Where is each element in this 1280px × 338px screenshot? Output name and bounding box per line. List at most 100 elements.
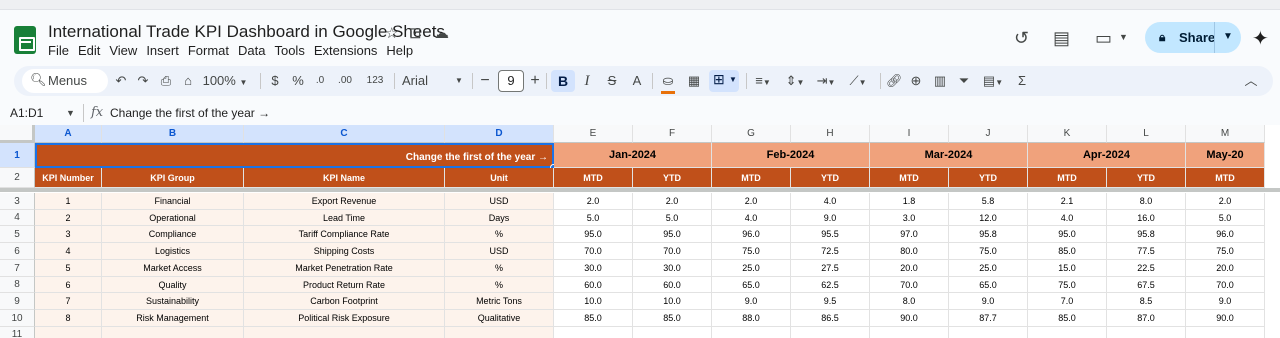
formula-input[interactable]: Change the first of the year → <box>110 106 270 120</box>
kpi-value-cell[interactable]: 86.5 <box>791 310 870 327</box>
row-header-4[interactable]: 4 <box>0 210 35 226</box>
kpi-value-cell[interactable]: 10.0 <box>633 293 712 310</box>
kpi-value-cell[interactable]: 2.0 <box>1186 193 1265 210</box>
kpi-value-cell[interactable]: 85.0 <box>1028 243 1107 260</box>
row-header-6[interactable]: 6 <box>0 243 35 260</box>
kpi-value-cell[interactable] <box>712 327 791 338</box>
text-wrap-icon[interactable]: ⇥▼ <box>814 71 838 91</box>
fill-color-icon[interactable]: ⛀ <box>659 71 677 94</box>
menu-tools[interactable]: Tools <box>274 43 310 58</box>
kpi-info-cell[interactable]: Tariff Compliance Rate <box>244 226 445 243</box>
kpi-info-cell[interactable]: % <box>445 260 554 277</box>
decrease-font-size-button[interactable]: − <box>478 71 492 91</box>
row-header-11[interactable]: 11 <box>0 327 35 338</box>
functions-icon[interactable]: Σ <box>1014 71 1030 91</box>
currency-button[interactable]: $ <box>269 71 281 91</box>
kpi-value-cell[interactable]: 95.0 <box>633 226 712 243</box>
row-header-3[interactable]: 3 <box>0 193 35 210</box>
kpi-value-cell[interactable]: 4.0 <box>712 210 791 226</box>
kpi-info-cell[interactable]: Product Return Rate <box>244 277 445 293</box>
kpi-info-cell[interactable]: Political Risk Exposure <box>244 310 445 327</box>
kpi-info-cell[interactable]: Financial <box>102 193 244 210</box>
vertical-align-icon[interactable]: ⇕▼ <box>784 71 806 91</box>
kpi-value-cell[interactable]: 8.5 <box>1107 293 1186 310</box>
row-header-1[interactable]: 1 <box>0 143 35 168</box>
kpi-info-cell[interactable]: 7 <box>35 293 102 310</box>
kpi-value-cell[interactable]: 87.7 <box>949 310 1028 327</box>
text-rotation-icon[interactable]: ⟋▼ <box>846 71 870 91</box>
kpi-value-cell[interactable]: 25.0 <box>712 260 791 277</box>
kpi-value-cell[interactable]: 2.0 <box>633 193 712 210</box>
kpi-value-cell[interactable]: 87.0 <box>1107 310 1186 327</box>
strikethrough-button[interactable]: S <box>605 71 619 91</box>
menu-data[interactable]: Data <box>238 43 271 58</box>
kpi-info-cell[interactable] <box>244 327 445 338</box>
percent-button[interactable]: % <box>291 71 305 91</box>
cloud-status-icon[interactable]: ☁ <box>434 24 449 42</box>
kpi-value-cell[interactable]: 85.0 <box>633 310 712 327</box>
kpi-info-cell[interactable]: Compliance <box>102 226 244 243</box>
increase-font-size-button[interactable]: + <box>528 71 542 91</box>
kpi-value-cell[interactable]: 95.0 <box>554 226 633 243</box>
column-header-d[interactable]: D <box>445 125 554 143</box>
frozen-rows-divider[interactable] <box>0 188 1280 192</box>
kpi-value-cell[interactable] <box>554 327 633 338</box>
star-icon[interactable]: ☆ <box>385 24 398 42</box>
kpi-value-cell[interactable]: 75.0 <box>712 243 791 260</box>
kpi-value-cell[interactable]: 5.8 <box>949 193 1028 210</box>
kpi-value-cell[interactable]: 65.0 <box>949 277 1028 293</box>
filter-icon[interactable]: ⏷ <box>956 71 972 91</box>
column-header-i[interactable]: I <box>870 125 949 143</box>
kpi-value-cell[interactable]: 95.8 <box>1107 226 1186 243</box>
undo-icon[interactable]: ↶ <box>114 71 128 91</box>
menu-help[interactable]: Help <box>386 43 419 58</box>
kpi-value-cell[interactable]: 70.0 <box>554 243 633 260</box>
column-header-b[interactable]: B <box>102 125 244 143</box>
kpi-value-cell[interactable]: 9.0 <box>1186 293 1265 310</box>
kpi-value-cell[interactable]: 9.0 <box>791 210 870 226</box>
kpi-value-cell[interactable]: 15.0 <box>1028 260 1107 277</box>
column-header-c[interactable]: C <box>244 125 445 143</box>
filter-views-icon[interactable]: ▤▼ <box>980 71 1006 91</box>
kpi-value-cell[interactable]: 80.0 <box>870 243 949 260</box>
kpi-value-cell[interactable]: 95.5 <box>791 226 870 243</box>
kpi-info-cell[interactable]: Carbon Footprint <box>244 293 445 310</box>
name-box[interactable]: A1:D1 <box>10 106 43 120</box>
kpi-info-cell[interactable]: 5 <box>35 260 102 277</box>
kpi-value-cell[interactable]: 22.5 <box>1107 260 1186 277</box>
kpi-value-cell[interactable]: 12.0 <box>949 210 1028 226</box>
column-header-k[interactable]: K <box>1028 125 1107 143</box>
insert-chart-icon[interactable]: ▥ <box>932 71 948 91</box>
kpi-info-cell[interactable]: 2 <box>35 210 102 226</box>
kpi-value-cell[interactable]: 70.0 <box>633 243 712 260</box>
kpi-value-cell[interactable]: 5.0 <box>1186 210 1265 226</box>
kpi-info-cell[interactable]: % <box>445 277 554 293</box>
column-header-g[interactable]: G <box>712 125 791 143</box>
kpi-value-cell[interactable]: 96.0 <box>712 226 791 243</box>
kpi-value-cell[interactable]: 75.0 <box>1186 243 1265 260</box>
kpi-value-cell[interactable] <box>791 327 870 338</box>
kpi-info-cell[interactable]: Metric Tons <box>445 293 554 310</box>
kpi-value-cell[interactable]: 95.0 <box>1028 226 1107 243</box>
meet-video-icon[interactable]: ▭ <box>1095 28 1112 49</box>
insert-link-icon[interactable]: 🔗︎ <box>886 71 903 91</box>
kpi-value-cell[interactable]: 7.0 <box>1028 293 1107 310</box>
kpi-info-cell[interactable]: Risk Management <box>102 310 244 327</box>
column-header-h[interactable]: H <box>791 125 870 143</box>
kpi-value-cell[interactable]: 62.5 <box>791 277 870 293</box>
kpi-info-cell[interactable]: 4 <box>35 243 102 260</box>
kpi-info-cell[interactable] <box>35 327 102 338</box>
kpi-value-cell[interactable]: 25.0 <box>949 260 1028 277</box>
kpi-value-cell[interactable]: 77.5 <box>1107 243 1186 260</box>
kpi-info-cell[interactable]: Days <box>445 210 554 226</box>
row-header-5[interactable]: 5 <box>0 226 35 243</box>
menu-file[interactable]: File <box>48 43 75 58</box>
header-banner-cell[interactable]: Change the first of the year → <box>35 143 554 168</box>
column-header-e[interactable]: E <box>554 125 633 143</box>
share-caret-icon[interactable]: ▼ <box>1223 31 1233 42</box>
spreadsheet-grid[interactable]: A B C D E F G H I J K L M 1 2 Change the first of the y… <box>0 125 1280 338</box>
comments-icon[interactable]: ▤ <box>1053 28 1070 49</box>
kpi-value-cell[interactable] <box>1186 327 1265 338</box>
move-folder-icon[interactable]: ⊡ <box>409 24 422 42</box>
kpi-value-cell[interactable]: 8.0 <box>870 293 949 310</box>
